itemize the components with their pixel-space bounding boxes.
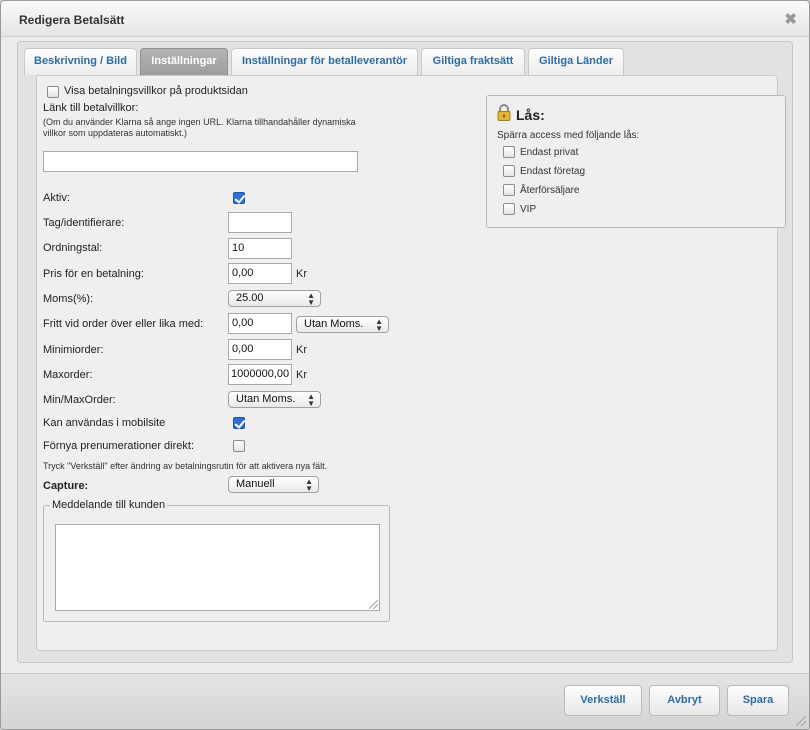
show-terms-checkbox[interactable] — [47, 86, 59, 98]
cancel-button[interactable]: Avbryt — [649, 685, 720, 716]
active-label: Aktiv: — [43, 192, 70, 204]
free-vat-select[interactable]: Utan Moms. ▲ ▼ — [296, 316, 389, 333]
vat-label: Moms(%): — [43, 293, 94, 305]
tab-description-image[interactable]: Beskrivning / Bild — [24, 48, 137, 75]
close-icon[interactable]: ✖ — [784, 10, 797, 28]
active-checkbox[interactable] — [233, 192, 245, 204]
customer-message-legend: Meddelande till kunden — [50, 499, 168, 511]
select-arrows-icon: ▲ ▼ — [307, 392, 315, 408]
capture-label: Capture: — [43, 480, 89, 492]
lock-subtitle: Spärra access med följande lås: — [497, 130, 640, 141]
apply-hint: Tryck "Verkställ" efter ändring av betal… — [43, 461, 328, 471]
lock-panel: Lås: Spärra access med följande lås: End… — [486, 95, 786, 228]
renew-checkbox[interactable] — [233, 440, 245, 452]
minmax-vat-select[interactable]: Utan Moms. ▲ ▼ — [228, 391, 321, 408]
lock-reseller-checkbox[interactable] — [503, 184, 515, 196]
mobile-checkbox[interactable] — [233, 417, 245, 429]
save-button[interactable]: Spara — [727, 685, 789, 716]
lock-reseller-label: Återförsäljare — [520, 185, 580, 196]
terms-link-help: (Om du använder Klarna så ange ingen URL… — [43, 117, 356, 138]
select-arrows-icon: ▲ ▼ — [375, 317, 383, 333]
vat-select-value: 25.00 — [236, 292, 264, 304]
lock-private-checkbox[interactable] — [503, 146, 515, 158]
settings-panel: Visa betalningsvillkor på produktsidan L… — [36, 75, 786, 651]
lock-vip-checkbox[interactable] — [503, 203, 515, 215]
price-unit: Kr — [296, 268, 307, 280]
free-label: Fritt vid order över eller lika med: — [43, 318, 204, 330]
dialog-titlebar: Redigera Betalsätt ✖ — [1, 1, 809, 37]
tab-countries[interactable]: Giltiga Länder — [528, 48, 624, 75]
renew-label: Förnya prenumerationer direkt: — [43, 440, 195, 452]
tab-settings[interactable]: Inställningar — [140, 48, 228, 77]
price-label: Pris för en betalning: — [43, 268, 144, 280]
tab-shipping-methods[interactable]: Giltiga fraktsätt — [421, 48, 525, 75]
dialog-title: Redigera Betalsätt — [19, 13, 125, 27]
lock-title: Lås: — [516, 107, 545, 123]
max-order-input[interactable]: 1000000,00 — [228, 364, 292, 385]
terms-link-input[interactable] — [43, 151, 358, 172]
free-vat-select-value: Utan Moms. — [304, 318, 364, 330]
capture-select[interactable]: Manuell ▲ ▼ — [228, 476, 319, 493]
lock-company-checkbox[interactable] — [503, 165, 515, 177]
dialog-footer: Verkställ Avbryt Spara — [1, 673, 809, 729]
order-label: Ordningstal: — [43, 242, 103, 254]
apply-button[interactable]: Verkställ — [564, 685, 642, 716]
max-order-unit: Kr — [296, 369, 307, 381]
minmax-label: Min/MaxOrder: — [43, 394, 116, 406]
terms-link-label: Länk till betalvillkor: — [43, 102, 139, 114]
select-arrows-icon: ▲ ▼ — [305, 477, 313, 493]
price-input[interactable]: 0,00 — [228, 263, 292, 284]
resize-handle-icon[interactable] — [369, 600, 378, 609]
min-order-input[interactable]: 0,00 — [228, 339, 292, 360]
edit-payment-dialog: Redigera Betalsätt ✖ Beskrivning / Bild … — [0, 0, 810, 730]
minmax-select-value: Utan Moms. — [236, 393, 296, 405]
tag-input[interactable] — [228, 212, 292, 233]
capture-select-value: Manuell — [236, 478, 275, 490]
min-order-unit: Kr — [296, 344, 307, 356]
window-resize-icon[interactable] — [796, 716, 806, 726]
mobile-label: Kan användas i mobilsite — [43, 417, 166, 429]
lock-company-label: Endast företag — [520, 166, 586, 177]
vat-select[interactable]: 25.00 ▲ ▼ — [228, 290, 321, 307]
lock-vip-label: VIP — [520, 204, 537, 215]
show-terms-label: Visa betalningsvillkor på produktsidan — [64, 85, 248, 97]
lock-icon — [497, 104, 511, 121]
lock-private-label: Endast privat — [520, 147, 579, 158]
tab-provider-settings[interactable]: Inställningar för betalleverantör — [231, 48, 418, 75]
free-input[interactable]: 0,00 — [228, 313, 292, 334]
max-order-label: Maxorder: — [43, 369, 93, 381]
dialog-body: Beskrivning / Bild Inställningar Inställ… — [17, 41, 793, 663]
order-input[interactable]: 10 — [228, 238, 292, 259]
customer-message-textarea[interactable] — [55, 524, 380, 611]
tag-label: Tag/identifierare: — [43, 217, 125, 229]
select-arrows-icon: ▲ ▼ — [307, 291, 315, 307]
customer-message-fieldset: Meddelande till kunden — [43, 499, 390, 622]
min-order-label: Minimiorder: — [43, 344, 104, 356]
